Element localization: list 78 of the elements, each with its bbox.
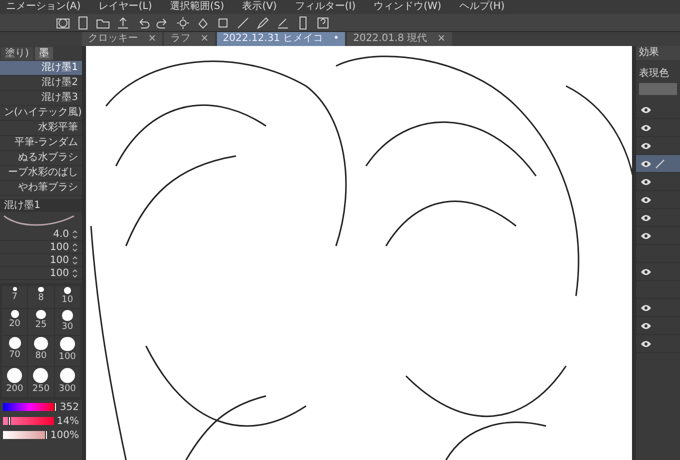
eye-icon[interactable] — [640, 302, 652, 312]
pen-icon — [655, 158, 665, 168]
brush-size-option[interactable]: 80 — [28, 336, 54, 366]
eye-icon[interactable] — [640, 122, 652, 132]
eye-icon[interactable] — [640, 320, 652, 330]
eye-icon[interactable] — [640, 338, 652, 348]
menu-item[interactable]: ヘルプ(H) — [459, 0, 505, 14]
export-icon[interactable] — [116, 16, 130, 30]
eye-icon[interactable] — [640, 158, 652, 168]
brush-item[interactable]: 混け墨2 — [0, 76, 82, 91]
eye-icon[interactable] — [640, 266, 652, 276]
menu-item[interactable]: フィルター(I) — [294, 0, 356, 14]
panel-tab[interactable]: 墨 — [34, 47, 53, 60]
property-title: 混け墨1 — [0, 199, 82, 212]
document-tab[interactable]: 2022.01.8 現代 × — [347, 32, 452, 46]
brush-item[interactable]: 混け墨1 — [0, 61, 82, 76]
spinner-icon[interactable] — [72, 268, 78, 278]
spinner-icon[interactable] — [72, 256, 78, 264]
eye-icon[interactable] — [640, 140, 652, 150]
panel-tab[interactable]: 塗り) — [1, 47, 33, 60]
menu-item[interactable]: 表示(V) — [242, 0, 277, 14]
property-value: 4.0 — [53, 228, 69, 242]
brush-size-option[interactable]: 7 — [2, 286, 28, 308]
brush-item[interactable]: 水彩平筆 — [0, 121, 82, 136]
brush-item[interactable]: 混け墨3 — [0, 91, 82, 106]
eye-icon[interactable] — [640, 212, 652, 222]
panel-tab[interactable]: 効果 — [636, 46, 680, 60]
camera-icon[interactable] — [56, 16, 70, 30]
brush-item[interactable]: やわ筆ブラシ — [0, 181, 82, 196]
layer-row[interactable] — [636, 155, 680, 173]
color-reading: 14% — [56, 414, 79, 429]
color-slider-track — [3, 403, 57, 412]
brush-item[interactable]: ぬる水ブラシ — [0, 151, 82, 166]
brush-item[interactable]: ン(ハイテック風) — [0, 106, 82, 121]
pen-icon[interactable] — [256, 16, 270, 30]
slider-thumb[interactable] — [8, 416, 12, 426]
brush-item[interactable]: 平筆-ランダム — [0, 136, 82, 151]
brush-size-option[interactable]: 25 — [28, 309, 54, 336]
property-value: 100 — [50, 240, 69, 254]
brush-size-option[interactable]: 70 — [2, 336, 28, 366]
new-file-icon[interactable] — [76, 16, 90, 30]
brush-size-option[interactable]: 10 — [54, 286, 80, 308]
property-value: 100 — [50, 266, 69, 280]
brush-size-option[interactable]: 250 — [28, 366, 54, 398]
help-icon[interactable] — [316, 16, 330, 30]
brush-item[interactable]: ーブ水彩のばし — [0, 166, 82, 181]
brush-size-option[interactable]: 30 — [54, 309, 80, 336]
sun-icon[interactable] — [176, 16, 190, 30]
brush-size-option[interactable]: 8 — [28, 286, 54, 308]
color-swatch[interactable] — [639, 83, 677, 95]
close-glyph[interactable]: × — [437, 32, 446, 46]
color-reading: 352 — [60, 400, 79, 415]
slider-thumb[interactable] — [45, 430, 48, 440]
brush-size-option[interactable]: 100 — [54, 336, 80, 366]
menu-item[interactable]: ウィンドウ(W) — [374, 0, 442, 14]
document-tab[interactable]: ラフ × — [164, 32, 215, 46]
slider-thumb[interactable] — [54, 402, 57, 412]
document-tab[interactable]: クロッキー × — [82, 32, 162, 46]
eye-icon[interactable] — [640, 230, 652, 240]
close-glyph[interactable]: × — [148, 32, 156, 46]
menu-item[interactable]: レイヤー(L) — [98, 0, 152, 14]
eye-icon[interactable] — [640, 104, 652, 114]
close-glyph[interactable]: × — [200, 32, 209, 46]
property-value: 100 — [50, 254, 69, 268]
eye-icon[interactable] — [640, 194, 652, 204]
spinner-icon[interactable] — [72, 242, 78, 252]
eye-icon[interactable] — [640, 176, 652, 186]
menu-item[interactable]: 選択範囲(S) — [170, 0, 224, 14]
brush-size-option[interactable]: 20 — [2, 309, 28, 336]
menu-item[interactable]: ニメーション(A) — [6, 0, 81, 14]
color-reading: 100% — [50, 428, 79, 443]
pen-icon[interactable] — [276, 16, 290, 30]
color-slider-track — [3, 417, 54, 426]
color-slider-track — [3, 431, 48, 440]
brush-size-option[interactable]: 200 — [2, 366, 28, 398]
brush-size-option[interactable]: 300 — [54, 366, 80, 398]
field-label: 表現色 — [638, 66, 670, 81]
spinner-icon[interactable] — [72, 230, 78, 238]
